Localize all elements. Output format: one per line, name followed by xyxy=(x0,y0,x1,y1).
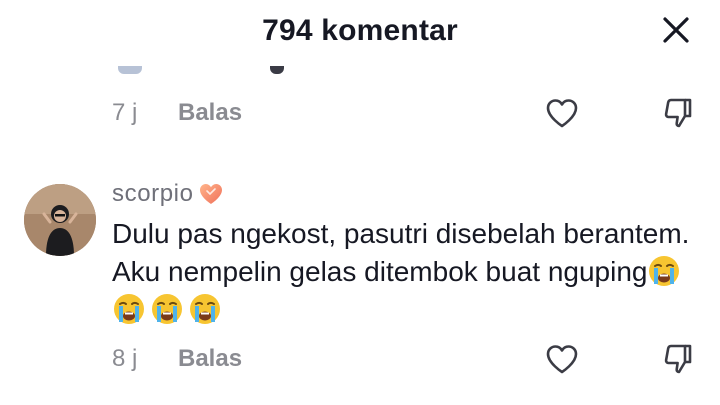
loudly-crying-face-icon xyxy=(190,294,220,324)
loudly-crying-face-icon xyxy=(152,294,182,324)
reply-button[interactable]: Balas xyxy=(178,99,242,127)
dislike-button[interactable] xyxy=(656,91,700,135)
comment-count-title: 794 komentar xyxy=(262,14,458,47)
comment-body: Dulu pas ngekost, pasutri disebelah bera… xyxy=(112,215,692,329)
avatar-image xyxy=(24,184,96,256)
close-icon xyxy=(663,17,689,43)
heart-icon xyxy=(546,345,578,374)
like-button[interactable] xyxy=(540,337,584,381)
loudly-crying-face-icon xyxy=(114,294,144,324)
comment-time: 8 j xyxy=(112,345,138,372)
dislike-button[interactable] xyxy=(656,337,700,381)
comment-meta: 8 j Balas xyxy=(112,343,242,375)
comments-header: 794 komentar xyxy=(0,0,720,66)
previous-comment-text-clipped xyxy=(0,66,720,82)
previous-comment-meta: 7 j Balas xyxy=(112,97,242,129)
like-button[interactable] xyxy=(540,91,584,135)
comment-time: 7 j xyxy=(112,99,138,126)
reply-button[interactable]: Balas xyxy=(178,345,242,373)
loudly-crying-face-icon xyxy=(649,256,680,286)
comment-author[interactable]: scorpio xyxy=(112,178,224,210)
comment-text: Dulu pas ngekost, pasutri disebelah bera… xyxy=(112,218,690,287)
close-button[interactable] xyxy=(656,10,696,50)
avatar[interactable] xyxy=(24,184,96,256)
username: scorpio xyxy=(112,180,194,207)
thumbs-down-icon xyxy=(664,98,692,128)
thumbs-down-icon xyxy=(664,344,692,374)
heart-icon xyxy=(546,99,578,128)
heart-badge-icon xyxy=(199,184,222,204)
